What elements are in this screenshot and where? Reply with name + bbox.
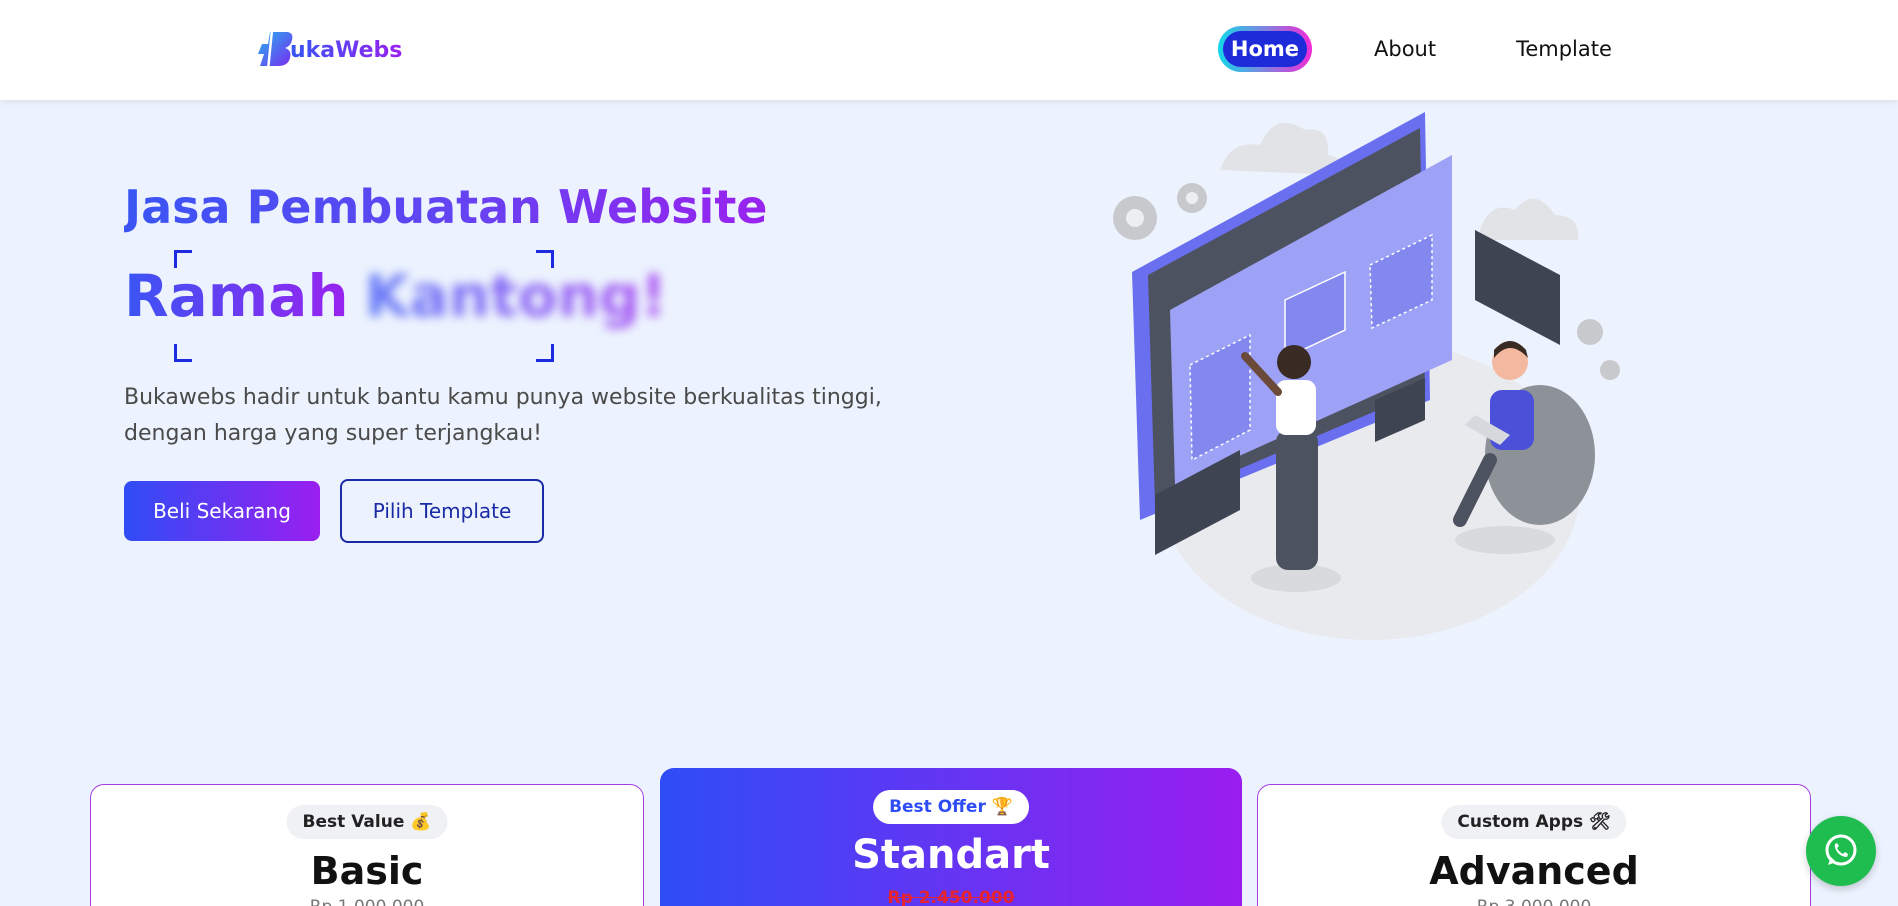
card-title: Standart bbox=[852, 832, 1050, 878]
typed-word: Ramah bbox=[124, 262, 349, 330]
hero-description-line: dengan harga yang super terjangkau! bbox=[124, 421, 542, 446]
navbar: ukaWebs Home About Template bbox=[0, 0, 1898, 100]
hero-illustration bbox=[1113, 112, 1620, 640]
typed-headline: Ramah Kantong! bbox=[124, 250, 667, 362]
hero-description-line: Bukawebs hadir untuk bantu kamu punya we… bbox=[124, 385, 882, 410]
hero-title: Jasa Pembuatan Website bbox=[124, 180, 768, 234]
hero-description: Bukawebs hadir untuk bantu kamu punya we… bbox=[124, 380, 924, 452]
card-old-price: Rp 3.000.000 bbox=[1258, 897, 1810, 906]
nav-template[interactable]: Template bbox=[1516, 26, 1612, 72]
card-badge: Custom Apps 🛠 bbox=[1441, 805, 1627, 839]
typed-next-word: Kantong! bbox=[364, 262, 667, 330]
focus-corner bbox=[536, 250, 554, 268]
card-title: Basic bbox=[310, 849, 424, 893]
logo-text: ukaWebs bbox=[290, 37, 403, 63]
pricing-card-advanced[interactable]: Custom Apps 🛠 Advanced Rp 3.000.000 bbox=[1257, 784, 1811, 906]
buy-now-button[interactable]: Beli Sekarang bbox=[124, 481, 320, 541]
nav-home[interactable]: Home bbox=[1218, 26, 1312, 72]
focus-corner bbox=[174, 344, 192, 362]
nav-about[interactable]: About bbox=[1374, 26, 1436, 72]
choose-template-button[interactable]: Pilih Template bbox=[340, 479, 544, 543]
logo[interactable]: ukaWebs bbox=[256, 26, 402, 74]
card-old-price: Rp 2.450.000 bbox=[887, 888, 1015, 906]
focus-corner bbox=[536, 344, 554, 362]
card-badge: Best Value 💰 bbox=[286, 805, 448, 839]
card-title: Advanced bbox=[1429, 849, 1639, 893]
pricing-card-basic[interactable]: Best Value 💰 Basic Rp 1.000.000 bbox=[90, 784, 644, 906]
main-nav: Home About Template bbox=[1218, 26, 1612, 72]
card-badge: Best Offer 🏆 bbox=[873, 790, 1029, 824]
whatsapp-icon bbox=[1825, 834, 1857, 866]
focus-corner bbox=[174, 250, 192, 268]
pricing-card-standart[interactable]: Best Offer 🏆 Standart Rp 2.450.000 bbox=[660, 768, 1242, 906]
card-old-price: Rp 1.000.000 bbox=[91, 897, 643, 906]
whatsapp-button[interactable] bbox=[1806, 816, 1876, 886]
